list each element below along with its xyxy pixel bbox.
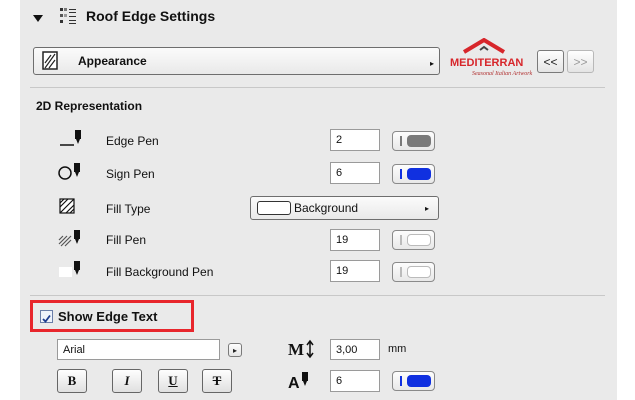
separator bbox=[30, 295, 605, 296]
text-size-icon: M bbox=[288, 338, 318, 360]
collapse-triangle-icon[interactable] bbox=[33, 15, 43, 22]
sign-pen-icon bbox=[58, 161, 84, 181]
fill-pen-color-swatch[interactable] bbox=[392, 230, 435, 250]
text-size-input[interactable]: 3,00 bbox=[330, 339, 380, 360]
fill-background-pen-color-swatch[interactable] bbox=[392, 262, 435, 282]
text-pen-input[interactable]: 6 bbox=[330, 370, 380, 392]
fill-type-icon bbox=[59, 198, 75, 214]
sign-pen-color-swatch[interactable] bbox=[392, 164, 435, 184]
fill-pen-label: Fill Pen bbox=[106, 233, 147, 247]
checkmark-icon bbox=[42, 314, 51, 323]
fill-type-select[interactable]: Background ▸ bbox=[250, 196, 439, 220]
svg-text:MEDITERRAN: MEDITERRAN bbox=[450, 57, 523, 69]
sign-pen-label: Sign Pen bbox=[106, 167, 155, 181]
fill-type-preview bbox=[257, 201, 291, 215]
text-pen-color-swatch[interactable] bbox=[392, 371, 435, 391]
edge-pen-icon bbox=[60, 128, 84, 148]
edge-pen-label: Edge Pen bbox=[106, 134, 159, 148]
mediterran-logo: MEDITERRAN Seasonal Italian Artwork bbox=[432, 37, 544, 78]
fill-type-value: Background bbox=[294, 201, 359, 215]
fill-background-pen-input[interactable]: 19 bbox=[330, 260, 380, 282]
svg-text:Seasonal Italian Artwork: Seasonal Italian Artwork bbox=[472, 71, 533, 77]
page-select[interactable]: Appearance ▸ bbox=[33, 47, 440, 75]
svg-text:A: A bbox=[288, 375, 300, 392]
font-dropdown-button[interactable]: ▸ bbox=[228, 343, 242, 357]
fill-type-label: Fill Type bbox=[106, 202, 151, 216]
roof-edge-icon bbox=[60, 8, 76, 24]
italic-button[interactable]: I bbox=[112, 369, 142, 393]
fill-background-pen-label: Fill Background Pen bbox=[106, 265, 214, 279]
text-size-unit: mm bbox=[388, 343, 407, 355]
separator bbox=[30, 87, 605, 88]
appearance-icon bbox=[42, 51, 60, 71]
next-page-button[interactable]: >> bbox=[567, 50, 594, 73]
panel-title: Roof Edge Settings bbox=[86, 8, 216, 24]
show-edge-text-checkbox[interactable] bbox=[40, 310, 53, 323]
show-edge-text-label: Show Edge Text bbox=[58, 309, 158, 324]
strikethrough-button[interactable]: T bbox=[202, 369, 232, 393]
previous-page-button[interactable]: << bbox=[537, 50, 564, 73]
svg-text:M: M bbox=[288, 340, 304, 359]
fill-background-pen-icon bbox=[58, 259, 84, 279]
font-name-input[interactable]: Arial bbox=[57, 339, 220, 360]
dropdown-arrow-icon: ▸ bbox=[425, 204, 430, 213]
edge-pen-color-swatch[interactable] bbox=[392, 131, 435, 151]
underline-button[interactable]: U bbox=[158, 369, 188, 393]
sign-pen-input[interactable]: 6 bbox=[330, 162, 380, 184]
settings-panel: Roof Edge Settings Appearance ▸ MEDITERR… bbox=[20, 0, 617, 400]
edge-pen-input[interactable]: 2 bbox=[330, 129, 380, 151]
fill-pen-input[interactable]: 19 bbox=[330, 229, 380, 251]
bold-button[interactable]: B bbox=[57, 369, 87, 393]
text-pen-icon: A bbox=[288, 370, 318, 392]
page-select-value: Appearance bbox=[78, 54, 147, 68]
section-title-2d-representation: 2D Representation bbox=[36, 99, 143, 113]
fill-pen-icon bbox=[58, 228, 84, 248]
